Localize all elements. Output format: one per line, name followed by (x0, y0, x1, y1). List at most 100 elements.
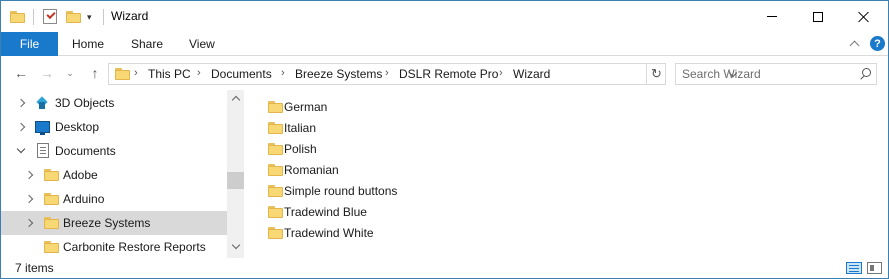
new-folder-icon[interactable] (66, 7, 81, 27)
folder-icon (10, 7, 25, 27)
quick-access-separator (33, 9, 34, 25)
folder-icon (268, 122, 283, 134)
tab-view[interactable]: View (189, 32, 215, 56)
documents-icon (37, 143, 49, 158)
folder-icon (44, 241, 59, 253)
breadcrumb-separator-icon[interactable]: › (281, 67, 285, 79)
recent-locations-icon[interactable]: ⌄ (63, 62, 77, 84)
list-item[interactable]: Simple round buttons (266, 180, 416, 201)
file-list: German Italian Polish Romanian Simple ro… (244, 90, 888, 258)
up-arrow-icon[interactable]: ↑ (85, 62, 105, 84)
list-item[interactable]: Tradewind Blue (266, 201, 416, 222)
tree-item-label: Adobe (63, 168, 98, 182)
search-input[interactable] (682, 66, 842, 82)
title-bar: ▾ Wizard (1, 1, 888, 32)
breadcrumb-separator-icon[interactable]: › (197, 67, 201, 79)
chevron-right-icon[interactable] (26, 195, 34, 203)
large-icons-view-icon[interactable] (867, 262, 882, 274)
breadcrumb-wizard[interactable]: Wizard (513, 67, 550, 81)
folder-icon (268, 143, 283, 155)
chevron-down-icon[interactable] (17, 147, 25, 155)
list-item-label: Romanian (284, 163, 339, 177)
breadcrumb-this-pc[interactable]: This PC (148, 67, 191, 81)
folder-icon (268, 227, 283, 239)
customize-quick-access-icon[interactable]: ▾ (87, 13, 95, 22)
list-item-label: Tradewind White (284, 226, 374, 240)
search-box[interactable] (675, 63, 877, 85)
list-item-label: Tradewind Blue (284, 205, 367, 219)
list-item-label: Italian (284, 121, 317, 135)
scrollbar-thumb[interactable] (227, 172, 244, 189)
folder-icon (44, 217, 59, 229)
tree-item-3d-objects[interactable]: 3D Objects (1, 91, 227, 115)
tree-item-label: Carbonite Restore Reports (63, 240, 206, 254)
folder-icon (115, 68, 130, 80)
chevron-right-icon[interactable] (18, 123, 26, 131)
breadcrumb-documents[interactable]: Documents (211, 67, 272, 81)
folder-icon (44, 169, 59, 181)
tree-item-label: 3D Objects (55, 96, 115, 110)
refresh-icon[interactable]: ↻ (646, 64, 666, 84)
close-button[interactable] (841, 1, 887, 32)
details-view-icon[interactable] (846, 262, 862, 274)
back-arrow-icon[interactable]: ← (11, 62, 31, 84)
list-item[interactable]: Italian (266, 117, 416, 138)
status-bar: 7 items (1, 258, 888, 278)
tree-item-breeze-systems[interactable]: Breeze Systems (1, 211, 227, 235)
tree-item-desktop[interactable]: Desktop (1, 115, 227, 139)
3d-objects-icon (35, 96, 49, 110)
breadcrumb-breeze-systems[interactable]: Breeze Systems (295, 67, 382, 81)
tree-item-carbonite-restore-reports[interactable]: Carbonite Restore Reports (1, 235, 227, 259)
list-item-label: German (284, 100, 328, 114)
minimize-button[interactable] (749, 1, 795, 32)
folder-icon (44, 193, 59, 205)
tab-home[interactable]: Home (72, 32, 104, 56)
tree-item-documents[interactable]: Documents (1, 139, 227, 163)
list-item-label: Simple round buttons (284, 184, 398, 198)
navigation-pane: 3D Objects Desktop Documents Adobe Ardui… (1, 90, 244, 258)
forward-arrow-icon[interactable]: → (37, 62, 57, 84)
desktop-icon (35, 121, 50, 135)
chevron-right-icon[interactable] (26, 219, 34, 227)
nav-pane-scrollbar[interactable] (227, 90, 244, 258)
tree-item-label: Arduino (63, 192, 105, 206)
folder-icon (268, 206, 283, 218)
tree-item-arduino[interactable]: Arduino (1, 187, 227, 211)
item-count: 7 items (15, 261, 54, 275)
tree-item-label: Documents (55, 144, 116, 158)
list-item-label: Polish (284, 142, 317, 156)
breadcrumb-dslr-remote-pro[interactable]: DSLR Remote Pro (399, 67, 498, 81)
breadcrumb-separator-icon[interactable]: › (134, 67, 138, 79)
tab-share[interactable]: Share (131, 32, 163, 56)
tree-item-adobe[interactable]: Adobe (1, 163, 227, 187)
list-item[interactable]: Romanian (266, 159, 416, 180)
close-icon (858, 11, 870, 23)
maximize-button[interactable] (795, 1, 841, 32)
breadcrumb-separator-icon[interactable]: › (385, 67, 389, 79)
list-item[interactable]: Polish (266, 138, 416, 159)
explorer-window: ▾ Wizard File Home Share View ? ← → ⌄ ↑ … (0, 0, 889, 279)
list-item[interactable]: German (266, 96, 416, 117)
folder-icon (268, 164, 283, 176)
list-item[interactable]: Tradewind White (266, 222, 416, 243)
maximize-icon (813, 11, 823, 22)
tree-item-label: Breeze Systems (63, 216, 151, 230)
scroll-down-icon[interactable] (231, 242, 240, 251)
address-bar[interactable]: › This PC › Documents › Breeze Systems ›… (108, 63, 666, 85)
ribbon-tabs: File Home Share View ? (1, 32, 888, 56)
help-icon[interactable]: ? (870, 36, 885, 51)
expand-ribbon-icon[interactable] (849, 39, 859, 49)
navigation-bar: ← → ⌄ ↑ › This PC › Documents › Breeze S… (1, 56, 888, 90)
tree-item-label: Desktop (55, 120, 100, 134)
tab-file[interactable]: File (1, 32, 58, 56)
folder-icon (268, 185, 283, 197)
breadcrumb-separator-icon[interactable]: › (499, 67, 503, 79)
scroll-up-icon[interactable] (231, 94, 240, 103)
chevron-right-icon[interactable] (26, 171, 34, 179)
search-icon[interactable] (859, 68, 871, 80)
window-title: Wizard (111, 9, 149, 23)
properties-icon[interactable] (43, 9, 57, 24)
chevron-right-icon[interactable] (18, 99, 26, 107)
folder-icon (268, 101, 283, 113)
minimize-icon (767, 16, 777, 17)
